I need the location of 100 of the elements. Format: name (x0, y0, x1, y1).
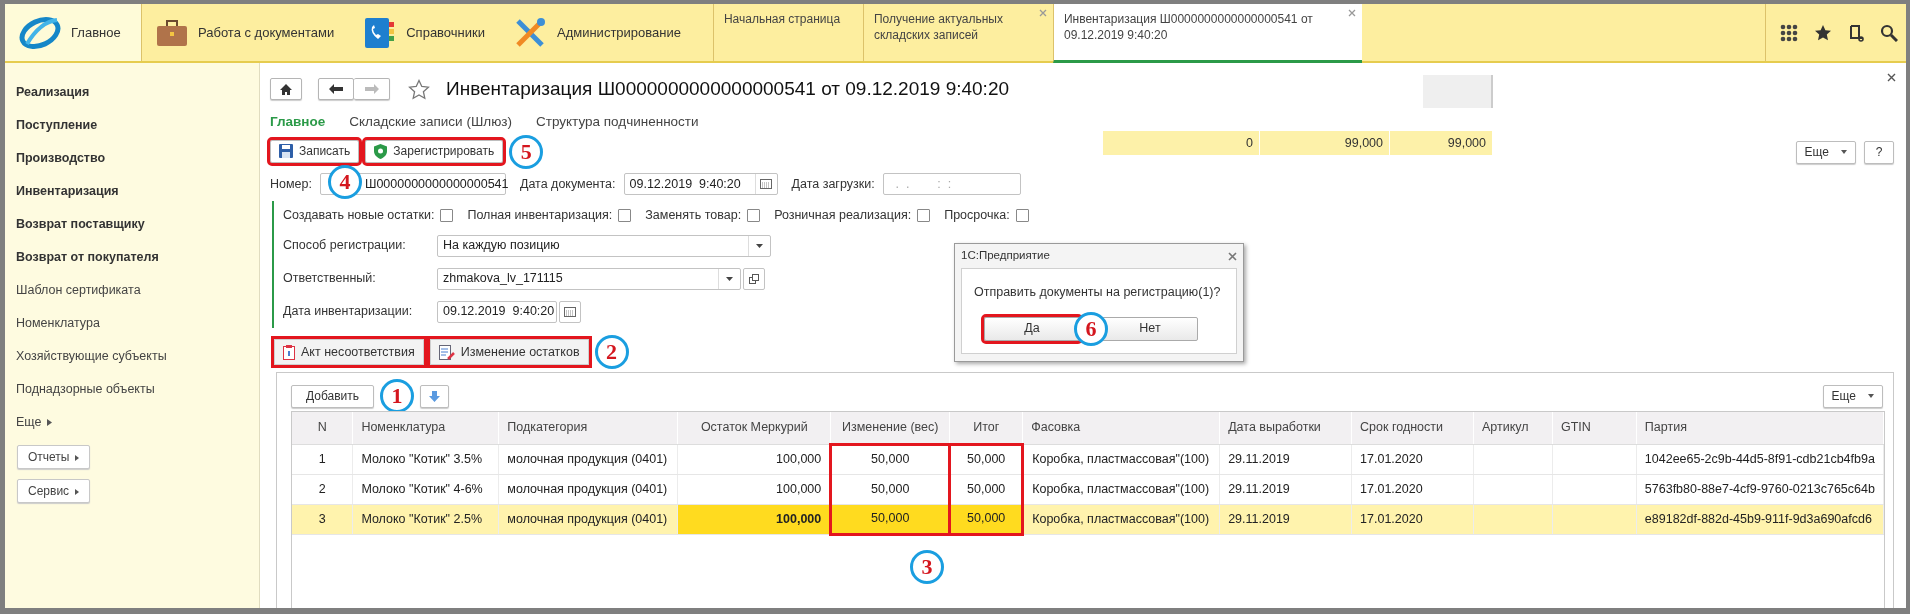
more-button[interactable]: Еще (1795, 140, 1856, 164)
calendar-icon[interactable] (564, 306, 576, 317)
section-tab[interactable]: Работа с документами (142, 4, 349, 61)
calendar-button[interactable] (559, 300, 581, 323)
checkbox[interactable] (618, 208, 632, 222)
sidebar-item[interactable]: Номенклатура (5, 307, 259, 340)
checkbox[interactable] (1015, 208, 1029, 222)
copy-icon[interactable] (1848, 23, 1864, 42)
sidebar-item[interactable]: Инвентаризация (5, 175, 259, 208)
column-header[interactable]: Итог (949, 412, 1023, 444)
help-button[interactable]: ? (1864, 140, 1894, 164)
more-button[interactable]: Еще (1822, 384, 1883, 408)
sidebar-item[interactable]: Поступление (5, 109, 259, 142)
column-header[interactable]: Фасовка (1022, 412, 1220, 444)
form-tab[interactable]: Складские записи (Шлюз) (349, 111, 512, 133)
more-link[interactable]: Еще (16, 413, 42, 432)
checkbox-label: Создавать новые остатки: (283, 206, 435, 224)
column-header[interactable]: Номенклатура (352, 412, 499, 444)
dropdown-field[interactable]: zhmakova_lv_171115 (437, 267, 741, 290)
checkbox-label: Полная инвентаризация: (467, 206, 613, 224)
column-header[interactable]: N (292, 412, 353, 444)
summary-value: 99,000 (1390, 131, 1493, 155)
date-field[interactable]: 09.12.2019 9:40:20 (437, 300, 557, 323)
search-icon[interactable] (1880, 23, 1898, 42)
table-cell: 17.01.2020 (1351, 444, 1474, 474)
star-icon[interactable] (1814, 23, 1832, 42)
form-tab[interactable]: Структура подчиненности (535, 111, 699, 133)
table-cell: Коробка, пластмассовая"(100) (1022, 444, 1220, 474)
dialog-button[interactable]: Нет (1102, 316, 1198, 341)
section-tab[interactable]: Администрирование (499, 4, 695, 61)
section-tab[interactable]: Справочники (348, 4, 499, 61)
table-cell: 100,000 (677, 474, 831, 504)
sidebar-item[interactable]: Шаблон сертификата (5, 274, 259, 307)
home-button[interactable] (270, 78, 302, 100)
table-cell: 50,000 (949, 444, 1023, 474)
table-cell: молочная продукция (0401) (498, 444, 678, 474)
table-cell: 50,000 (949, 504, 1023, 534)
page-button[interactable]: Изменение остатков (429, 339, 589, 365)
sidebar-item[interactable]: Хозяйствующие субъекты (5, 340, 259, 373)
field-label: Дата инвентаризации: (283, 303, 414, 321)
table-cell: 29.11.2019 (1219, 504, 1352, 534)
table-row[interactable]: 3 Молоко "Котик" 2.5% молочная продукция (0401) 100,000 50,000 50,000 Коробка, пластмассовая"(100) 29.11.2019 17.01.2020 e89182df-882d-45b9-911f-9d3a690afcd6 (292, 504, 1884, 534)
section-tab[interactable]: Главное (5, 4, 142, 61)
open-tab[interactable]: Инвентаризация Ш0000000000000000541 от 09.12.2019 9:40:20 (1052, 4, 1362, 63)
table-cell: 3 (292, 504, 353, 534)
add-button[interactable]: Добавить (291, 384, 375, 408)
column-header[interactable]: Остаток Меркурий (677, 412, 831, 444)
open-tab[interactable]: Получение актуальных складских записей (862, 4, 1053, 61)
page-button[interactable]: Акт несоответствия (274, 339, 424, 365)
register-button[interactable]: Зарегистрировать (365, 139, 504, 163)
field-label: Номер: (270, 175, 312, 193)
star-outline-icon[interactable] (408, 78, 430, 100)
table-cell: 1 (292, 444, 353, 474)
date-field[interactable]: 09.12.2019 9:40:20 (623, 173, 778, 195)
callout-marker: 5 (509, 135, 544, 169)
summary-value: 0 (1103, 131, 1260, 155)
column-header[interactable]: Подкатегория (498, 412, 678, 444)
open-tab[interactable]: Начальная страница (712, 4, 863, 61)
dialog-button[interactable]: Да (984, 316, 1080, 341)
back-button[interactable] (318, 78, 354, 100)
table-cell: молочная продукция (0401) (498, 504, 678, 534)
checkbox[interactable] (917, 208, 931, 222)
column-header[interactable]: Артикул (1473, 412, 1553, 444)
open-button[interactable] (743, 267, 765, 290)
callout-marker: 1 (380, 379, 415, 413)
calendar-icon[interactable] (760, 179, 773, 189)
checkbox[interactable] (440, 208, 454, 222)
open-window-icon (749, 273, 759, 284)
checkbox[interactable] (747, 208, 761, 222)
column-header[interactable]: Изменение (вес) (830, 412, 950, 444)
table-row[interactable]: 1 Молоко "Котик" 3.5% молочная продукция (0401) 100,000 50,000 50,000 Коробка, пластмассовая"(100) 29.11.2019 17.01.2020 1042ee65-2c9b-44d5-8f91-cdb21cb4fb9a (292, 444, 1884, 474)
column-header[interactable]: Дата выработки (1219, 412, 1352, 444)
table-cell: Молоко "Котик" 4-6% (352, 474, 499, 504)
sidebar-item[interactable]: Возврат поставщику (5, 208, 259, 241)
close-icon[interactable] (1228, 251, 1237, 261)
table-cell: 17.01.2020 (1351, 474, 1474, 504)
table-cell: 100,000 (677, 444, 831, 474)
menu-button[interactable]: Сервис (17, 479, 91, 503)
sidebar-item[interactable]: Поднадзорные объекты (5, 373, 259, 406)
column-header[interactable]: GTIN (1552, 412, 1637, 444)
grid-icon[interactable] (1780, 23, 1798, 42)
checkbox-label: Заменять товар: (645, 206, 742, 224)
sidebar-item[interactable]: Производство (5, 142, 259, 175)
dropdown-field[interactable]: На каждую позицию (437, 234, 771, 257)
column-header[interactable]: Срок годности (1351, 412, 1474, 444)
form-tab[interactable]: Главное (270, 111, 326, 133)
move-down-button[interactable] (420, 384, 450, 408)
callout-marker: 3 (910, 550, 944, 584)
sidebar-item[interactable]: Реализация (5, 76, 259, 109)
arrow-left-icon (329, 84, 343, 94)
column-header[interactable]: Партия (1636, 412, 1884, 444)
caret-icon (756, 243, 763, 248)
sidebar-item[interactable]: Возврат от покупателя (5, 241, 259, 274)
close-icon[interactable] (1887, 73, 1896, 82)
menu-button[interactable]: Отчеты (17, 445, 91, 469)
save-button[interactable]: Записать (270, 139, 360, 163)
arrow-down-icon (429, 390, 441, 402)
home-icon (280, 83, 292, 95)
checkbox-label: Розничная реализация: (774, 206, 912, 224)
field-label: Дата документа: (519, 175, 616, 193)
